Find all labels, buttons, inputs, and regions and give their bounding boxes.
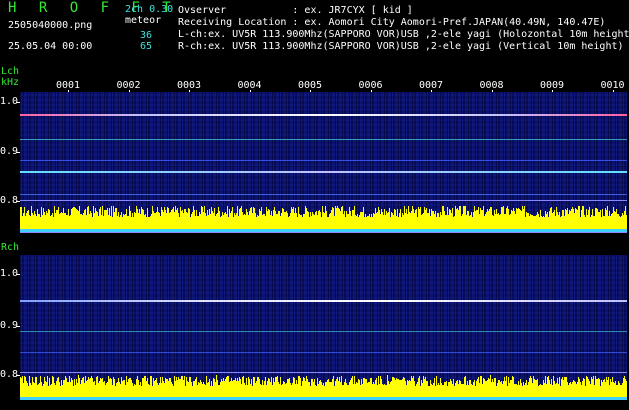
- lch-level-bars: [20, 202, 627, 232]
- rch-signal-line-2: [20, 331, 627, 332]
- lch-config-line: L-ch:ex. UV5R 113.900Mhz(SAPPORO VOR)USB…: [178, 29, 629, 40]
- rch-label: Rch: [1, 242, 20, 253]
- rch-separator: [20, 372, 627, 373]
- rch-spectrogram: [20, 255, 627, 400]
- rch-config-line: R-ch:ex. UV5R 113.900Mhz(SAPPORO VOR)USB…: [178, 41, 624, 52]
- filename-label: 2505040000.png: [8, 20, 93, 31]
- meteor-count-r: 65: [140, 41, 153, 52]
- lch-separator: [20, 200, 627, 201]
- meteor-label: meteor: [125, 15, 162, 26]
- meteor-count-l: 36: [140, 30, 153, 41]
- rch-level-bars: [20, 372, 627, 400]
- version-label: 2ch 0.30: [125, 4, 174, 15]
- lch-spectrogram: [20, 92, 627, 232]
- location-line: Receiving Location : ex. Aomori City Aom…: [178, 17, 606, 28]
- lch-bottom-line: [20, 232, 627, 233]
- lch-unit-label: kHz: [1, 77, 20, 88]
- lch-signal-line-4: [20, 171, 627, 173]
- lch-signal-line-5: [20, 194, 627, 195]
- rch-signal-line-3: [20, 352, 627, 353]
- lch-signal-line-2: [20, 139, 627, 140]
- lch-signal-line-3: [20, 160, 627, 161]
- lch-label: Lch: [1, 66, 20, 77]
- rch-carrier-line: [20, 300, 627, 302]
- lch-carrier-line: [20, 114, 627, 116]
- datetime-label: 25.05.04 00:00: [8, 41, 93, 52]
- observer-line: Ovserver : ex. JR7CYX [ kid ]: [178, 5, 413, 16]
